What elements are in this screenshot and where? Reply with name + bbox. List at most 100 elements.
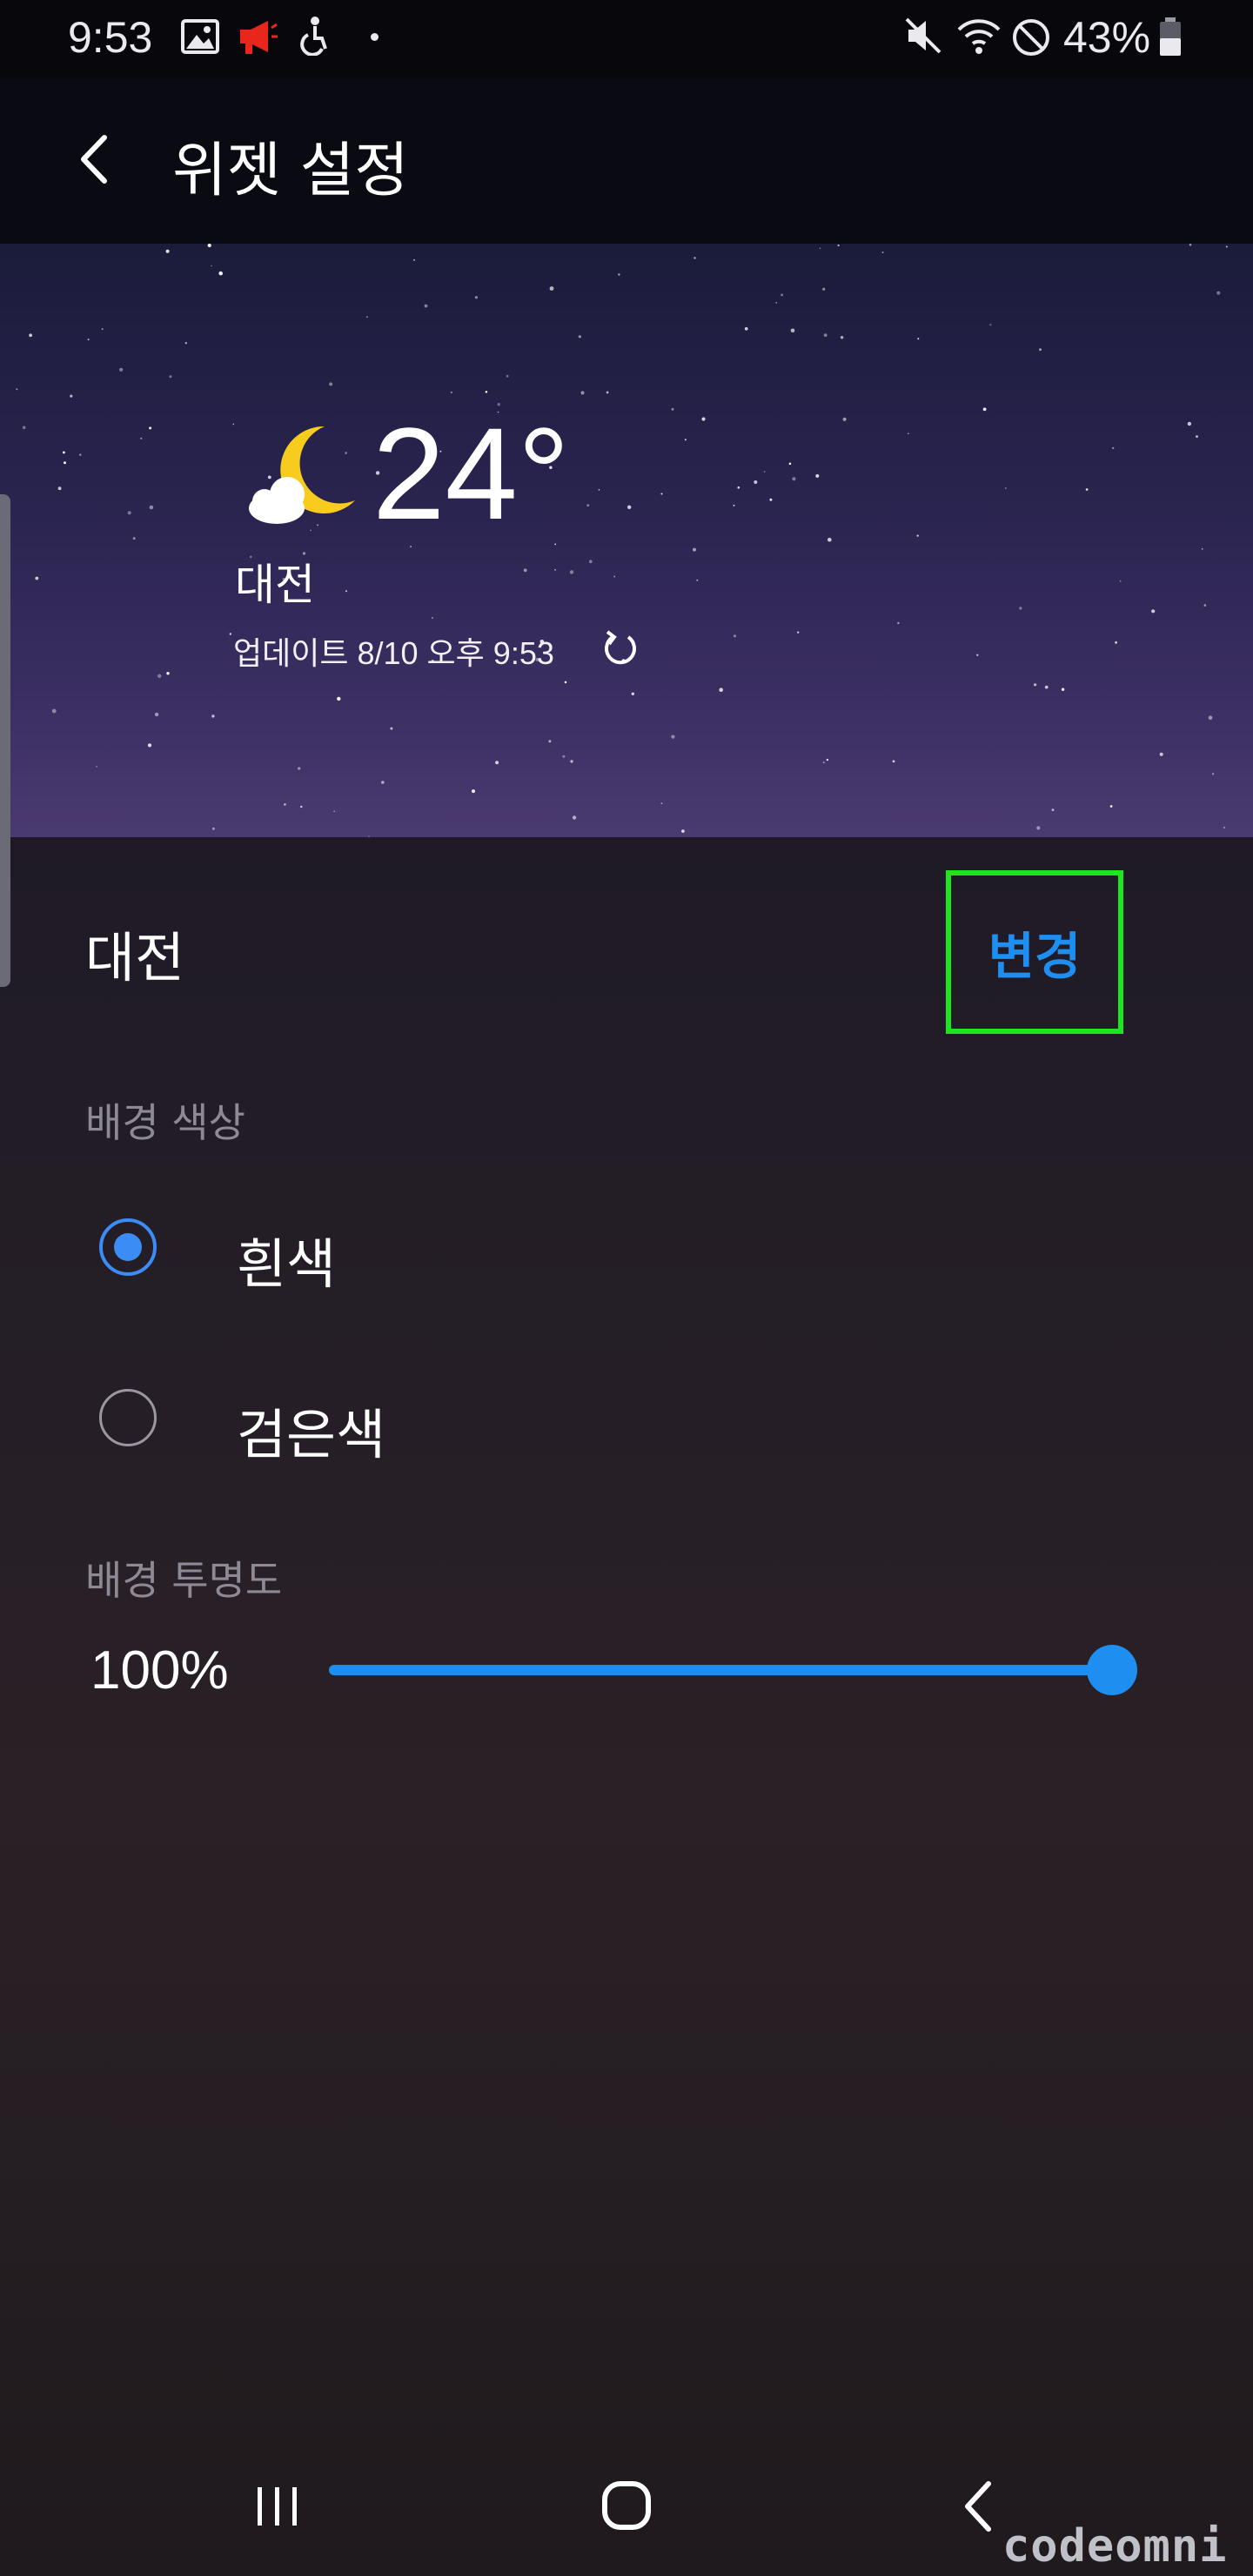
star — [775, 301, 778, 304]
star — [989, 324, 992, 326]
star — [381, 781, 385, 784]
star — [345, 590, 347, 593]
starfield — [0, 244, 1228, 837]
star — [1004, 487, 1007, 489]
dot-icon — [371, 33, 379, 41]
star — [1187, 421, 1192, 426]
watermark: codeomni — [1002, 2520, 1228, 2573]
star — [660, 802, 663, 805]
opacity-slider-thumb[interactable] — [1087, 1645, 1137, 1695]
star — [506, 374, 509, 378]
star — [694, 257, 696, 259]
star — [96, 766, 97, 768]
star — [823, 333, 828, 337]
star — [569, 570, 574, 574]
star — [64, 461, 66, 465]
star — [1159, 752, 1163, 756]
radio-option-white[interactable]: 흰색 — [84, 1197, 867, 1302]
star — [613, 575, 616, 578]
star — [788, 462, 792, 466]
star — [57, 486, 62, 491]
accessibility-icon — [300, 17, 327, 56]
star — [495, 761, 499, 765]
star — [570, 760, 573, 763]
star — [1034, 683, 1037, 687]
radio-option-black[interactable]: 검은색 — [84, 1368, 867, 1472]
star — [1019, 607, 1022, 610]
star — [1208, 715, 1213, 720]
star — [684, 439, 687, 441]
star — [781, 293, 783, 297]
star — [368, 835, 370, 837]
star — [329, 382, 333, 386]
star — [908, 433, 909, 434]
star — [828, 537, 832, 542]
star — [701, 417, 706, 421]
star — [166, 672, 170, 675]
star — [598, 489, 600, 491]
refresh-icon[interactable] — [600, 627, 640, 668]
star — [588, 560, 593, 564]
star — [1112, 446, 1115, 450]
radio-checked-icon[interactable] — [99, 1218, 157, 1276]
star — [229, 633, 231, 635]
change-button-label: 변경 — [988, 927, 1082, 986]
star — [681, 829, 685, 833]
star — [660, 493, 663, 495]
star — [916, 534, 919, 537]
star — [1036, 826, 1041, 830]
star — [790, 328, 795, 333]
star — [149, 426, 152, 430]
star — [562, 755, 566, 758]
page-title: 위젯 설정 — [172, 137, 409, 205]
star — [917, 338, 920, 340]
star — [696, 579, 699, 581]
radio-label-black: 검은색 — [237, 1403, 386, 1466]
edge-panel-handle[interactable] — [0, 494, 10, 987]
star — [627, 505, 632, 509]
gallery-icon — [181, 19, 219, 54]
star — [769, 498, 773, 501]
star — [792, 477, 796, 481]
star — [119, 367, 124, 372]
star — [815, 473, 820, 478]
star — [842, 417, 847, 421]
star — [485, 391, 488, 393]
star — [797, 631, 800, 634]
do-not-disturb-icon — [1013, 19, 1049, 56]
star — [424, 304, 428, 308]
star — [432, 617, 433, 619]
change-location-button[interactable]: 변경 — [946, 870, 1123, 1034]
star — [548, 740, 552, 743]
recents-icon[interactable] — [224, 2463, 329, 2550]
update-time: 업데이트 8/10 오후 9:53 — [233, 635, 554, 671]
star — [1189, 244, 1192, 246]
star — [218, 271, 223, 276]
star — [822, 761, 825, 764]
star — [578, 335, 581, 339]
star — [737, 486, 740, 489]
star — [333, 810, 335, 813]
back-arrow-icon[interactable] — [70, 129, 118, 190]
star — [822, 287, 826, 291]
star — [1216, 291, 1221, 295]
star — [51, 708, 57, 714]
star — [29, 333, 32, 338]
star — [16, 388, 18, 391]
star — [892, 760, 895, 763]
star — [897, 621, 900, 625]
home-icon[interactable] — [574, 2463, 679, 2550]
mute-icon — [905, 17, 941, 54]
star — [606, 391, 609, 394]
star — [1201, 547, 1203, 550]
status-bar: 9:53 43% — [0, 0, 1253, 78]
star — [826, 758, 829, 761]
star — [211, 265, 212, 267]
star — [1109, 805, 1113, 808]
radio-label-white: 흰색 — [237, 1232, 337, 1296]
radio-unchecked-icon[interactable] — [99, 1389, 157, 1446]
star — [733, 634, 737, 638]
star — [1039, 348, 1042, 352]
location-name: 대전 — [85, 926, 185, 989]
star — [1223, 826, 1226, 829]
